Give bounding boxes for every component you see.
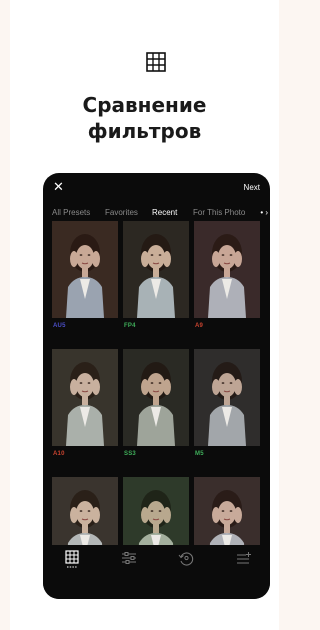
preset-photo [52, 349, 118, 446]
sliders-icon [122, 552, 136, 564]
tab-all-presets[interactable]: All Presets [52, 207, 90, 219]
phone-mockup: ✕ Next All Presets Favorites Recent For … [43, 173, 270, 599]
preset-tabs: All Presets Favorites Recent For This Ph… [43, 207, 270, 221]
more-tabs-indicator: • › [252, 207, 270, 219]
grid-icon [146, 52, 166, 72]
preset-label: FP4 [124, 323, 136, 329]
preset-label: A9 [195, 323, 204, 329]
tab-for-this-photo[interactable]: For This Photo [193, 207, 245, 219]
tab-recent[interactable]: Recent [152, 207, 177, 219]
preset-thumbnail[interactable]: FP4 [123, 221, 189, 345]
preset-photo [194, 221, 260, 318]
page-title: Сравнение фильтров [0, 92, 289, 144]
preset-thumbnail[interactable]: A9 [194, 221, 260, 345]
preset-photo [123, 221, 189, 318]
page-title-line1: Сравнение [82, 93, 207, 117]
preset-photo [123, 349, 189, 446]
preset-label: AU5 [53, 323, 66, 329]
preset-label: A10 [53, 451, 65, 457]
preset-thumbnail[interactable]: A10 [52, 349, 118, 473]
grid-icon [65, 550, 79, 568]
nav-grid[interactable] [57, 545, 87, 575]
preset-thumbnail[interactable]: AU5 [52, 221, 118, 345]
top-bar: ✕ Next [43, 173, 270, 203]
next-button[interactable]: Next [244, 183, 260, 193]
preset-label: M5 [195, 451, 204, 457]
recipe-list-icon [237, 552, 251, 564]
preset-photo [194, 349, 260, 446]
nav-history[interactable] [171, 545, 201, 575]
close-button[interactable]: ✕ [53, 181, 65, 195]
page-title-line2: фильтров [87, 119, 202, 143]
tab-favorites[interactable]: Favorites [105, 207, 138, 219]
nav-adjust[interactable] [114, 545, 144, 575]
preset-thumbnail[interactable]: M5 [194, 349, 260, 473]
preset-thumbnail[interactable]: SS3 [123, 349, 189, 473]
preset-label: SS3 [124, 451, 136, 457]
bottom-toolbar [43, 545, 270, 599]
nav-recipes[interactable] [228, 545, 258, 575]
history-icon [178, 552, 194, 566]
preset-photo [52, 221, 118, 318]
